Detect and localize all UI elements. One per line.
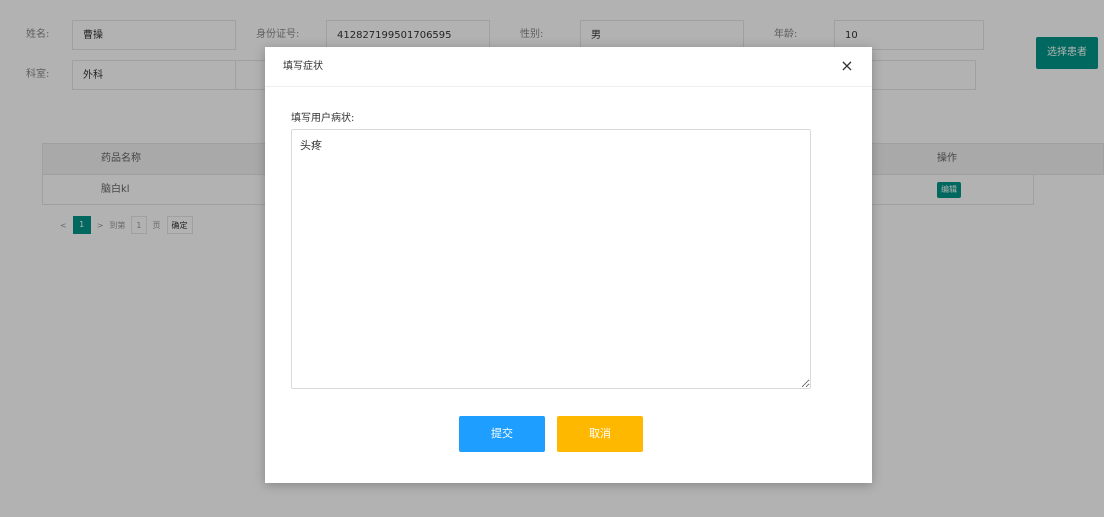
symptom-dialog: 填写症状 × 填写用户病状: 头疼 提交 取消 — [265, 47, 872, 483]
symptom-field-label: 填写用户病状: — [291, 113, 355, 124]
submit-button[interactable]: 提交 — [459, 416, 545, 452]
close-icon[interactable]: × — [838, 57, 856, 75]
dialog-title: 填写症状 — [283, 61, 323, 72]
symptom-textarea[interactable]: 头疼 — [291, 129, 811, 389]
cancel-button[interactable]: 取消 — [557, 416, 643, 452]
dialog-header: 填写症状 × — [265, 47, 872, 87]
